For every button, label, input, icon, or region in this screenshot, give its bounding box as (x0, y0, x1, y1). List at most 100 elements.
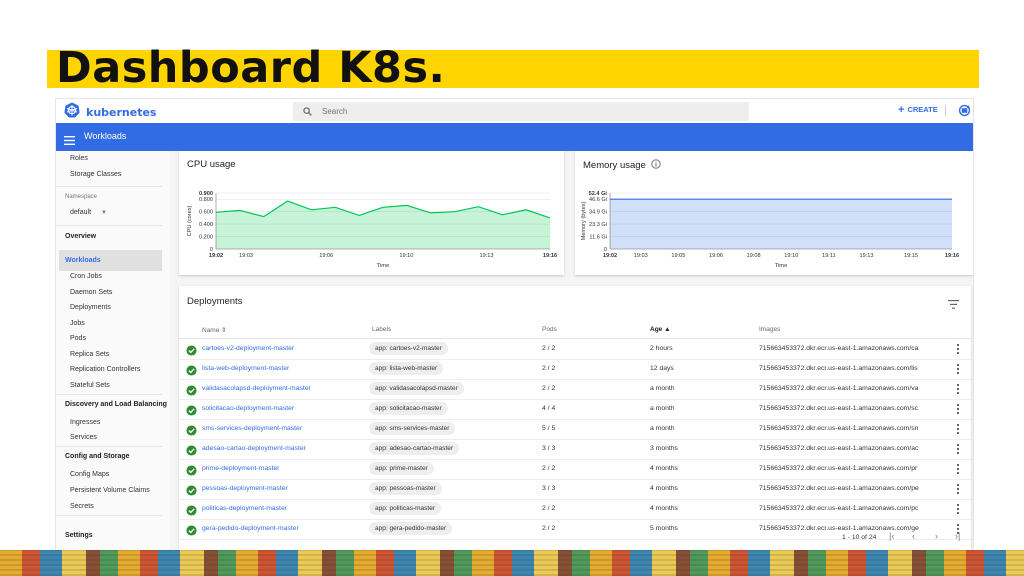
sidebar-item-deployments[interactable]: Deployments (70, 304, 111, 311)
sidebar-item-settings[interactable]: Settings (65, 532, 93, 539)
memory-y-axis-label: Memory (bytes) (581, 201, 587, 240)
sort-up-icon: ▲ (664, 326, 671, 333)
table-row[interactable]: politicas-deployment-master app: politica… (179, 499, 971, 520)
create-button[interactable]: + CREATE (898, 104, 938, 115)
memory-x-tick-label: 19:02 (603, 253, 617, 259)
cpu-x-axis-label: Time (377, 263, 390, 269)
label-chip: app: adesao-cartao-master (369, 442, 460, 455)
cpu-series-area (216, 201, 550, 249)
more-vert-icon[interactable] (956, 482, 960, 500)
info-icon[interactable] (651, 159, 661, 172)
sidebar-item-pods[interactable]: Pods (70, 335, 86, 342)
cpu-x-tick-label: 19:10 (399, 253, 413, 259)
sidebar-item-stateful-sets[interactable]: Stateful Sets (70, 382, 110, 389)
table-row[interactable]: sms-services-deployment-master app: sms-s… (179, 419, 971, 440)
first-page-icon[interactable]: |‹ (889, 531, 894, 541)
last-page-icon[interactable]: ›| (955, 531, 960, 541)
pods-count: 2 / 2 (542, 365, 556, 372)
sidebar-item-replica-sets[interactable]: Replica Sets (70, 351, 109, 358)
sidebar-divider (56, 225, 162, 226)
label-chip: app: gera-pedido-master (369, 522, 453, 535)
memory-x-tick-label: 19:05 (671, 253, 685, 259)
menu-icon[interactable] (64, 132, 75, 150)
column-age-label: Age (650, 326, 663, 333)
table-row[interactable]: pessoas-deployment-master app: pessoas-ma… (179, 479, 971, 500)
image-path: 715663453372.dkr.ecr.us-east-1.amazonaws… (759, 465, 918, 472)
deployment-age: a month (650, 425, 675, 432)
filter-icon[interactable] (948, 296, 959, 314)
sidebar-item-roles[interactable]: Roles (70, 155, 88, 162)
sidebar-item-secrets[interactable]: Secrets (70, 503, 94, 510)
deployment-age: 4 months (650, 465, 678, 472)
table-row[interactable]: validasacolapsd-deployment-master app: va… (179, 379, 971, 400)
pods-count: 5 / 5 (542, 425, 556, 432)
sidebar-item-replication-controllers[interactable]: Replication Controllers (70, 366, 140, 373)
sidebar-item-config-maps[interactable]: Config Maps (70, 471, 109, 478)
sidebar-divider (56, 446, 162, 447)
more-vert-icon[interactable] (956, 442, 960, 460)
cpu-card-title: CPU usage (187, 159, 236, 170)
search-icon (303, 107, 312, 116)
sidebar-item-jobs[interactable]: Jobs (70, 320, 85, 327)
cpu-y-tick-label: 0.200 (199, 235, 213, 241)
more-vert-icon[interactable] (956, 462, 960, 480)
memory-y-tick-label: 52.4 Gi (589, 191, 608, 197)
deployments-title: Deployments (187, 296, 243, 307)
column-header-labels: Labels (372, 326, 392, 333)
deployment-name-link[interactable]: politicas-deployment-master (202, 505, 287, 512)
more-vert-icon[interactable] (956, 402, 960, 420)
more-vert-icon[interactable] (956, 422, 960, 440)
table-row[interactable]: solicitacao-deployment-master app: solici… (179, 399, 971, 420)
deployment-name-link[interactable]: adesao-cartao-deployment-master (202, 445, 306, 452)
next-page-icon[interactable]: › (935, 531, 938, 541)
deployment-name-link[interactable]: pessoas-deployment-master (202, 485, 288, 492)
memory-card-title-text: Memory usage (583, 160, 646, 171)
deployment-name-link[interactable]: sms-services-deployment-master (202, 425, 302, 432)
memory-x-tick-label: 19:10 (784, 253, 798, 259)
sort-icon: ⇕ (221, 327, 227, 334)
memory-x-tick-label: 19:06 (709, 253, 723, 259)
previous-page-icon[interactable]: ‹ (912, 531, 915, 541)
namespace-select[interactable]: default ▼ (70, 209, 107, 216)
sidebar-item-discovery[interactable]: Discovery and Load Balancing (65, 401, 167, 408)
table-row[interactable]: adesao-cartao-deployment-master app: ades… (179, 439, 971, 460)
sidebar-item-cron-jobs[interactable]: Cron Jobs (70, 273, 102, 280)
more-vert-icon[interactable] (956, 502, 960, 520)
deployment-name-link[interactable]: validasacolapsd-deployment-master (202, 385, 311, 392)
image-path: 715663453372.dkr.ecr.us-east-1.amazonaws… (759, 365, 918, 372)
sidebar-item-services[interactable]: Services (70, 434, 97, 441)
deployment-name-link[interactable]: solicitacao-deployment-master (202, 405, 294, 412)
sidebar-item-overview[interactable]: Overview (65, 233, 96, 240)
sidebar-item-daemon-sets[interactable]: Daemon Sets (70, 289, 112, 296)
more-vert-icon[interactable] (956, 362, 960, 380)
deployment-name-link[interactable]: lista-web-deployment-master (202, 365, 289, 372)
column-header-name[interactable]: Name ⇕ (202, 326, 227, 334)
cpu-usage-chart: 0.9000.8000.6000.4000.200019:02 19:03 19:0… (187, 191, 557, 269)
image-path: 715663453372.dkr.ecr.us-east-1.amazonaws… (759, 425, 919, 432)
sidebar-divider (56, 186, 162, 187)
refresh-icon[interactable] (958, 104, 971, 122)
cpu-card-title-text: CPU usage (187, 159, 236, 170)
deployment-name-link[interactable]: prime-deployment-master (202, 465, 279, 472)
search-input[interactable] (320, 106, 724, 117)
table-row[interactable]: lista-web-deployment-master app: lista-we… (179, 359, 971, 380)
deployment-name-link[interactable]: cartoes-v2-deployment-master (202, 345, 294, 352)
table-row[interactable]: prime-deployment-master app: prime-master… (179, 459, 971, 480)
namespace-label: Namespace (65, 194, 98, 200)
memory-x-tick-label: 19:03 (634, 253, 648, 259)
search-bar[interactable] (293, 102, 749, 121)
sidebar-item-storage-classes[interactable]: Storage Classes (70, 171, 121, 178)
table-row[interactable]: cartoes-v2-deployment-master app: cartoes… (179, 339, 971, 360)
brand[interactable]: kubernetes (64, 102, 156, 123)
column-header-age[interactable]: Age ▲ (650, 326, 671, 333)
sidebar-item-ingresses[interactable]: Ingresses (70, 419, 100, 426)
memory-x-axis-label: Time (775, 263, 788, 269)
sidebar-item-config[interactable]: Config and Storage (65, 453, 130, 460)
more-vert-icon[interactable] (956, 342, 960, 360)
memory-series-area (610, 199, 952, 249)
image-path: 715663453372.dkr.ecr.us-east-1.amazonaws… (759, 445, 919, 452)
deployment-name-link[interactable]: gera-pedido-deployment-master (202, 525, 299, 532)
image-path: 715663453372.dkr.ecr.us-east-1.amazonaws… (759, 505, 919, 512)
more-vert-icon[interactable] (956, 382, 960, 400)
sidebar-item-pvc[interactable]: Persistent Volume Claims (70, 487, 150, 494)
